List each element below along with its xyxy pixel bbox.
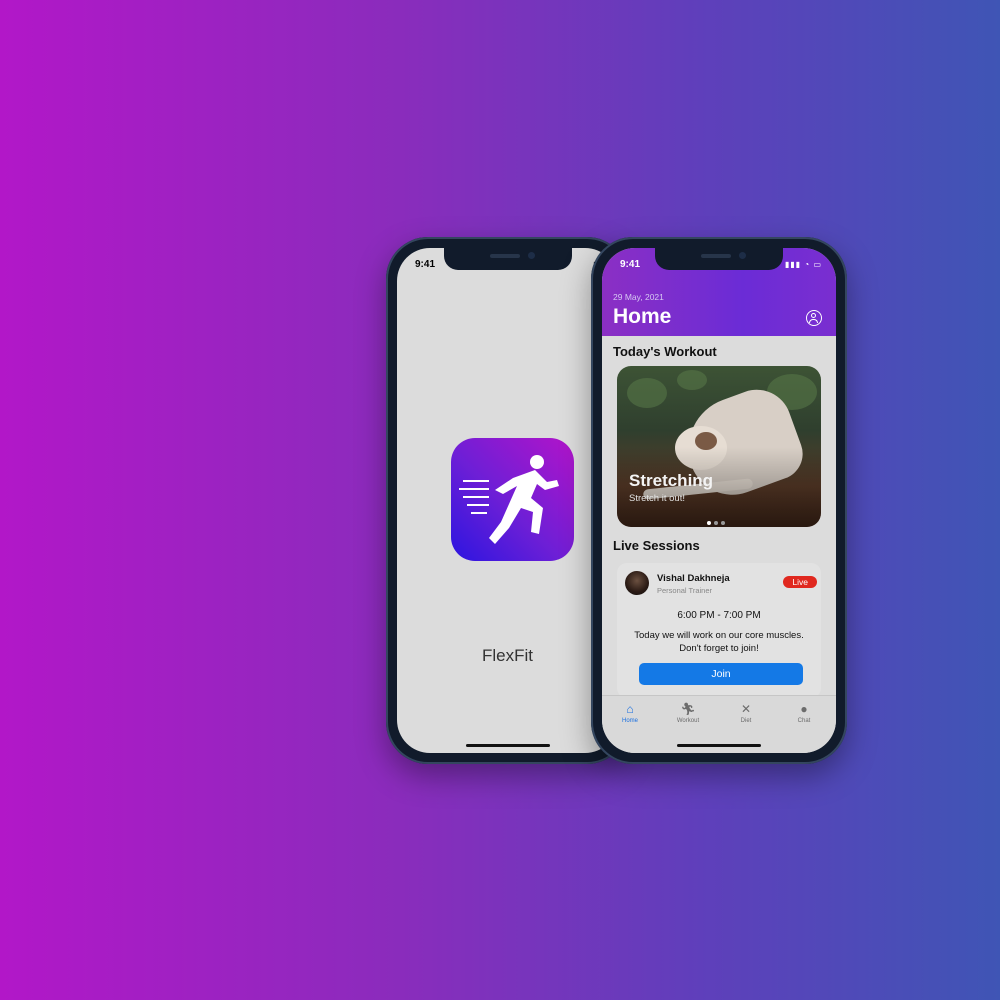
live-badge: Live <box>783 576 817 588</box>
tab-diet[interactable]: ✕ Diet <box>726 702 766 724</box>
tab-home[interactable]: ⌂ Home <box>610 702 650 724</box>
tab-label: Chat <box>797 718 811 724</box>
status-icons: ▮▮▮ ◔ ▭ <box>784 260 822 269</box>
current-date: 29 May, 2021 <box>613 292 664 302</box>
carousel-dot[interactable] <box>721 521 725 525</box>
session-time: 6:00 PM - 7:00 PM <box>677 610 761 621</box>
home-phone-mockup: 29 May, 2021 Home 9:41 ▮▮▮ ◔ ▭ Today's W… <box>591 237 847 764</box>
runner-icon <box>459 455 559 544</box>
workout-subtitle: Stretch it out! <box>629 493 685 504</box>
todays-workout-heading: Today's Workout <box>613 344 717 359</box>
page-title: Home <box>613 305 672 328</box>
carousel-dot[interactable] <box>707 521 711 525</box>
home-indicator <box>465 744 550 747</box>
session-description: Today we will work on our core muscles. … <box>634 630 804 654</box>
runner-icon: 🏃︎ <box>680 702 696 716</box>
app-logo-icon <box>451 438 574 561</box>
profile-icon[interactable] <box>806 310 822 326</box>
join-button[interactable]: Join <box>639 663 803 685</box>
workout-title: Stretching <box>629 471 714 490</box>
live-session-card: Vishal Dakhneja Personal Trainer Live 6:… <box>617 563 821 698</box>
tab-workout[interactable]: 🏃︎ Workout <box>668 702 708 724</box>
tab-chat[interactable]: ● Chat <box>784 702 824 724</box>
carousel-dots[interactable] <box>707 512 728 527</box>
phone-notch <box>655 248 783 270</box>
tab-label: Workout <box>676 718 700 724</box>
app-name: FlexFit <box>482 646 533 665</box>
phone-notch <box>443 248 572 270</box>
tab-label: Home <box>621 718 638 724</box>
chat-bubble-icon: ● <box>800 702 808 716</box>
utensils-icon: ✕ <box>740 702 752 716</box>
trainer-role: Personal Trainer <box>657 586 713 595</box>
trainer-name: Vishal Dakhneja <box>657 573 730 584</box>
splash-screen: 9:41 ▮▮ FlexFit <box>397 248 618 753</box>
avatar <box>625 571 649 595</box>
workout-card[interactable]: Stretching Stretch it out! <box>617 366 821 527</box>
carousel-dot[interactable] <box>714 521 718 525</box>
live-sessions-heading: Live Sessions <box>613 538 700 553</box>
home-screen: 29 May, 2021 Home 9:41 ▮▮▮ ◔ ▭ Today's W… <box>602 248 836 753</box>
home-indicator <box>677 744 761 747</box>
status-time: 9:41 <box>415 259 436 270</box>
tab-label: Diet <box>740 718 752 724</box>
status-time: 9:41 <box>620 259 641 270</box>
app-showcase-canvas: { "splash": { "status_time": "9:41", "ap… <box>0 0 1000 1000</box>
home-icon: ⌂ <box>626 702 634 716</box>
